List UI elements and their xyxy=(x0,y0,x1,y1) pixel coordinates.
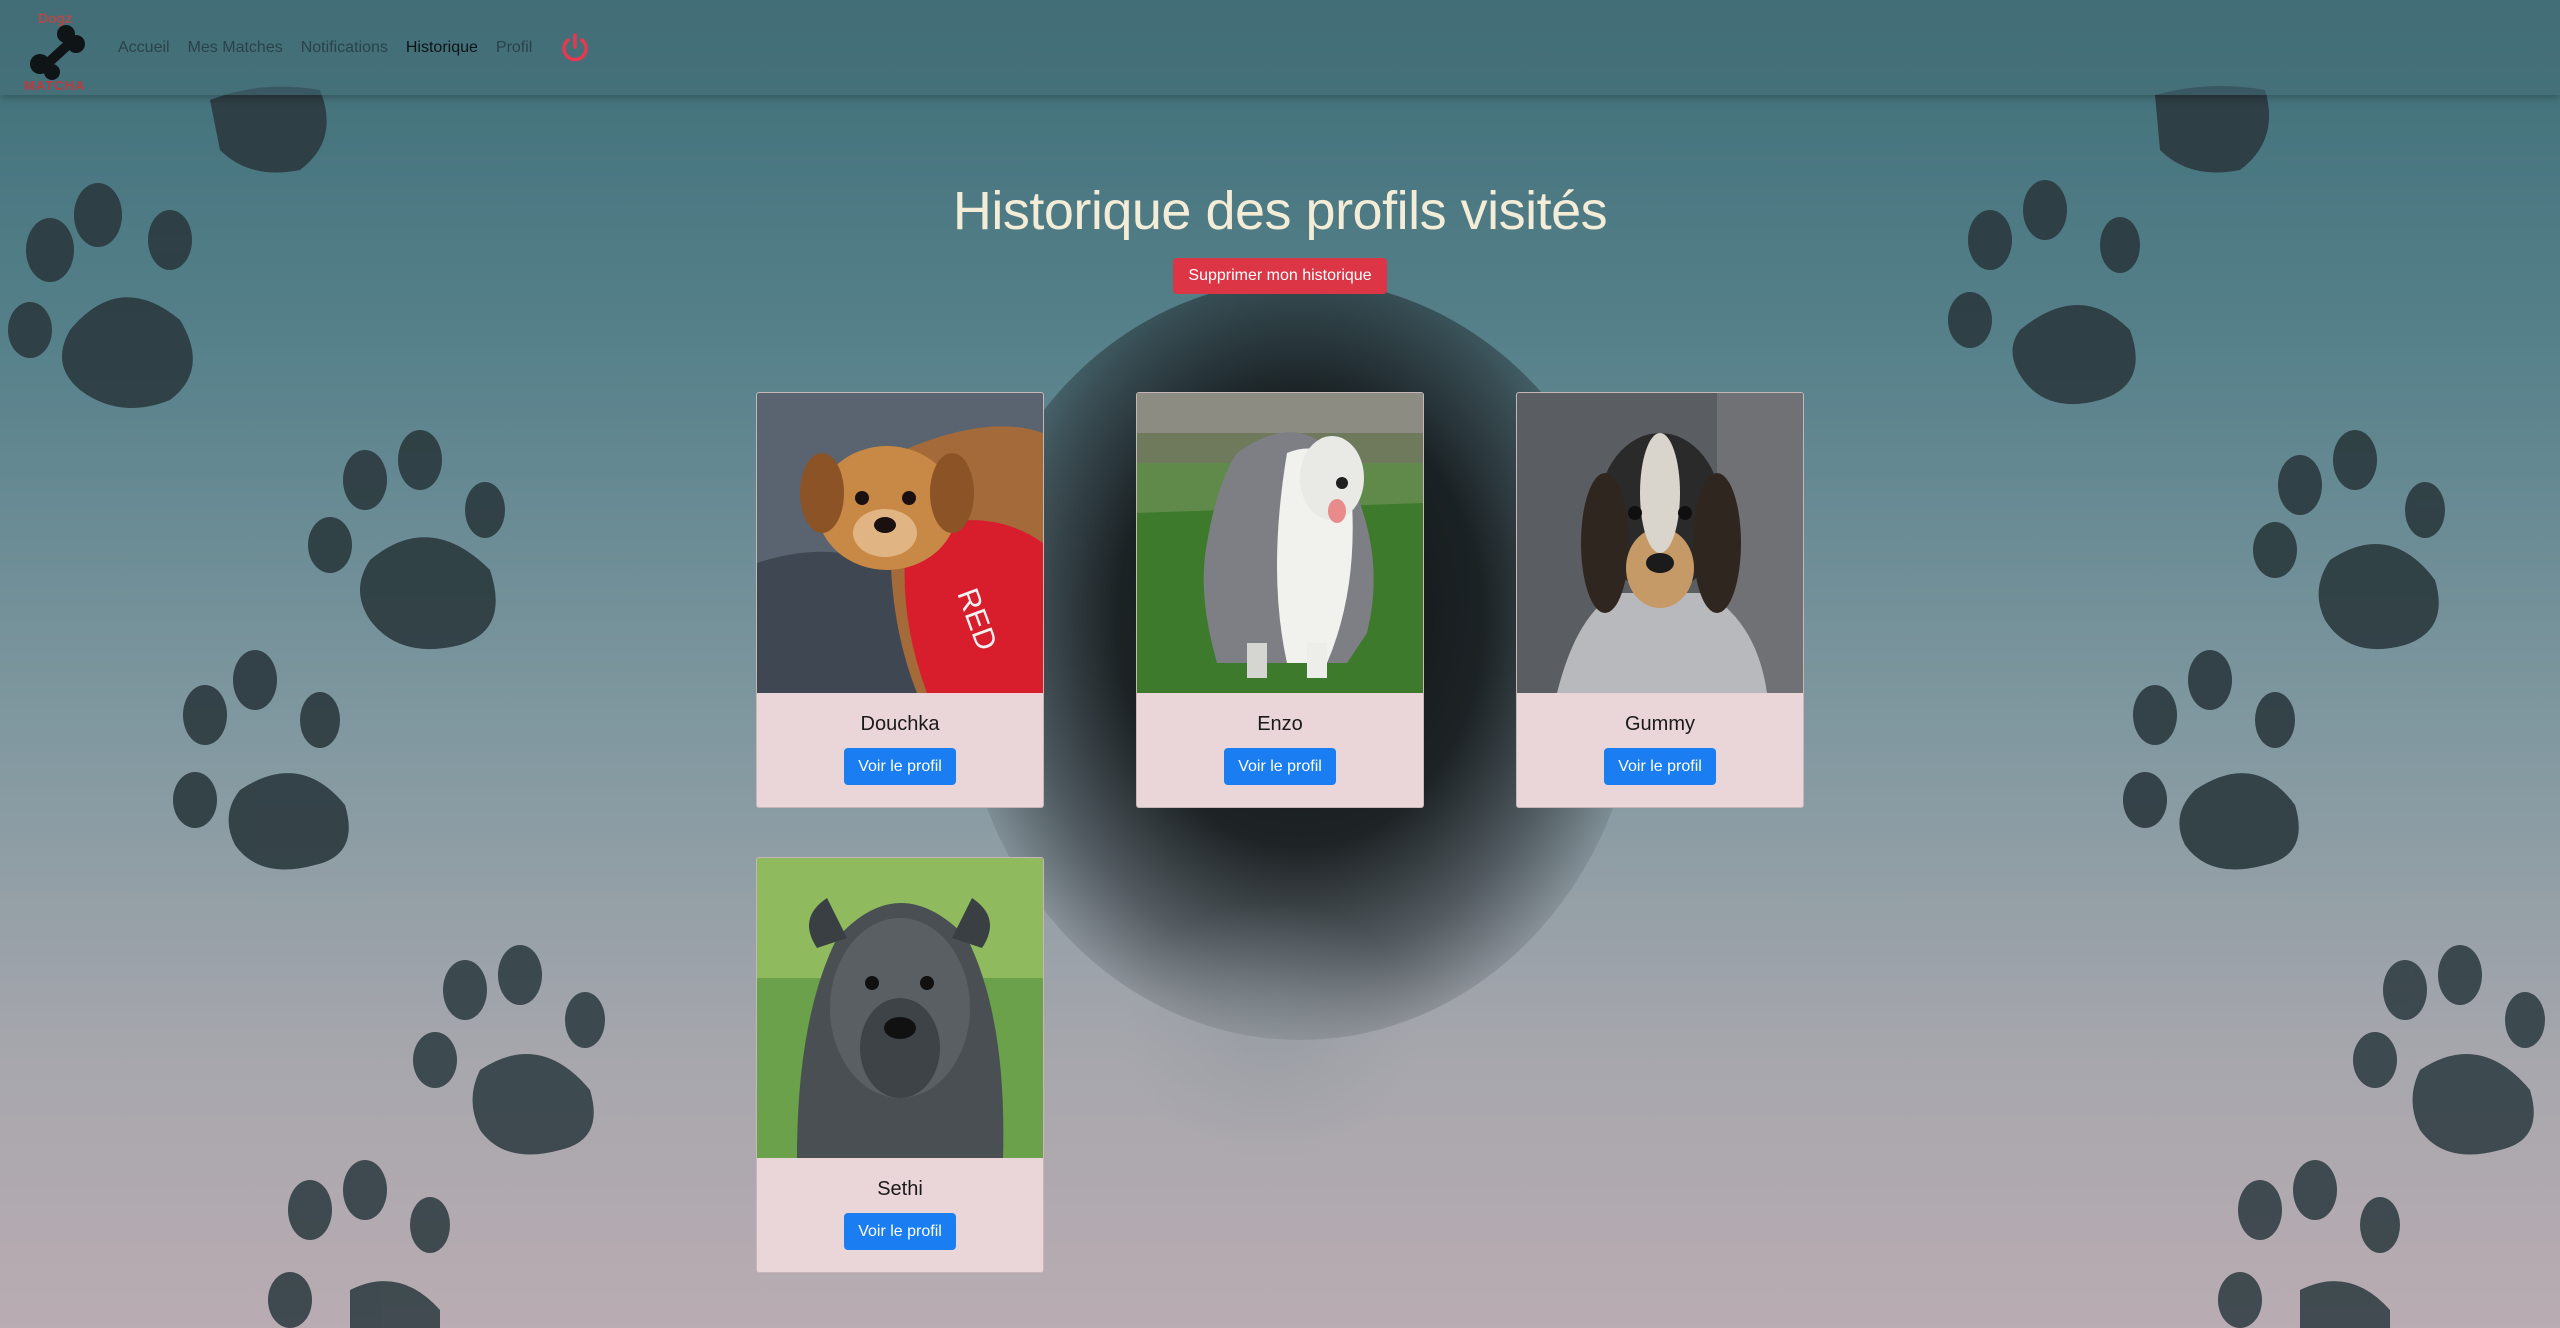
nav-item-historique[interactable]: Historique xyxy=(406,39,478,57)
paw-print-icon xyxy=(2218,1160,2400,1328)
clear-history-button[interactable]: Supprimer mon historique xyxy=(1173,258,1387,294)
paw-print-icon xyxy=(2353,945,2545,1155)
dog-photo-icon: RED xyxy=(757,393,1043,693)
profile-card: Gummy Voir le profil xyxy=(1516,392,1804,808)
ink-splash-shadow xyxy=(1120,900,1420,1160)
profile-card: RED Douchka Voir le profil xyxy=(756,392,1044,808)
profile-name: Enzo xyxy=(1257,713,1303,735)
paw-print-icon xyxy=(2155,86,2270,173)
nav-item-accueil[interactable]: Accueil xyxy=(118,39,170,57)
view-profile-button[interactable]: Voir le profil xyxy=(1604,748,1716,785)
paw-print-icon xyxy=(2253,430,2445,650)
profile-name: Sethi xyxy=(877,1178,923,1200)
power-icon[interactable] xyxy=(558,31,592,65)
profile-card: Sethi Voir le profil xyxy=(756,857,1044,1273)
paw-print-icon xyxy=(173,650,349,870)
nav-item-mes-matches[interactable]: Mes Matches xyxy=(188,39,283,57)
profile-name: Gummy xyxy=(1625,713,1695,735)
navbar: Dogz MATCHA Accueil Mes Matches Notifica… xyxy=(0,0,2560,95)
bone-logo-icon xyxy=(30,24,85,80)
paw-print-icon xyxy=(210,86,327,173)
brand-bottom-text: MATCHA xyxy=(24,77,86,93)
nav-item-profil[interactable]: Profil xyxy=(496,39,532,57)
paw-print-icon xyxy=(268,1160,450,1328)
profile-card: Enzo Voir le profil xyxy=(1136,392,1424,808)
view-profile-button[interactable]: Voir le profil xyxy=(844,748,956,785)
nav-links: Accueil Mes Matches Notifications Histor… xyxy=(118,31,592,65)
profile-name: Douchka xyxy=(860,713,940,735)
brand-logo[interactable]: Dogz MATCHA xyxy=(18,8,98,93)
paw-print-icon xyxy=(308,430,505,650)
dog-photo-icon xyxy=(1137,393,1423,693)
view-profile-button[interactable]: Voir le profil xyxy=(1224,748,1336,785)
page-title: Historique des profils visités xyxy=(952,181,1608,241)
view-profile-button[interactable]: Voir le profil xyxy=(844,1213,956,1250)
paw-print-icon xyxy=(2123,650,2299,870)
dog-photo-icon xyxy=(1517,393,1803,693)
dog-photo-icon xyxy=(757,858,1043,1158)
nav-item-notifications[interactable]: Notifications xyxy=(301,39,388,57)
paw-print-icon xyxy=(413,945,605,1155)
